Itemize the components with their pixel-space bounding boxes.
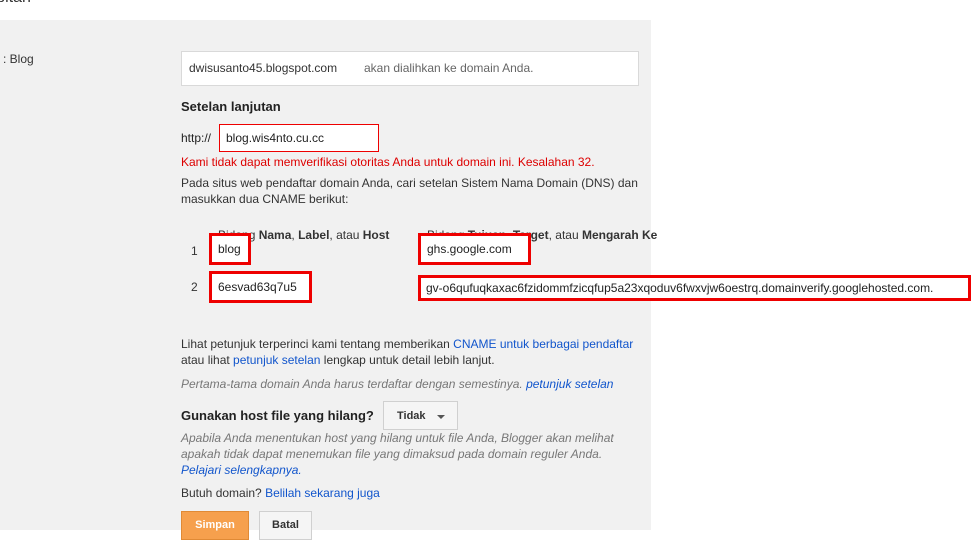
blog-address-box: dwisusanto45.blogspot.com akan dialihkan… (181, 51, 639, 86)
cname-row-target: ghs.google.com (418, 233, 531, 265)
publishing-panel: : Blog dwisusanto45.blogspot.com akan di… (0, 20, 971, 540)
learn-more-link[interactable]: Pelajari selengkapnya. (181, 463, 302, 477)
cname-registrars-link[interactable]: CNAME untuk berbagai pendaftar (453, 337, 633, 351)
dns-instructions: Pada situs web pendaftar domain Anda, ca… (181, 176, 638, 206)
settings-instructions-link[interactable]: petunjuk setelan (233, 353, 320, 367)
setup-instructions-link[interactable]: petunjuk setelan (526, 377, 613, 391)
cancel-button[interactable]: Batal (259, 511, 312, 540)
cname-row-number: 1 (191, 244, 198, 258)
save-button[interactable]: Simpan (181, 511, 249, 540)
dropdown-selected-value: Tidak (397, 410, 426, 422)
http-prefix-label: http:// (181, 131, 212, 145)
need-domain-text: Butuh domain? Belilah sekarang juga (181, 486, 380, 500)
blog-label: : Blog (3, 52, 34, 66)
buy-domain-link[interactable]: Belilah sekarang juga (265, 486, 380, 500)
chevron-down-icon (437, 415, 445, 419)
missing-files-host-dropdown[interactable]: Tidak (383, 401, 458, 430)
cname-row-number: 2 (191, 280, 198, 294)
cname-row-name: blog (209, 233, 251, 265)
cname-help-text: Lihat petunjuk terperinci kami tentang m… (181, 337, 634, 367)
blog-address-hint: akan dialihkan ke domain Anda. (364, 61, 534, 75)
blog-address-value: dwisusanto45.blogspot.com (189, 61, 338, 75)
missing-files-help: Apabila Anda menentukan host yang hilang… (181, 431, 614, 477)
custom-domain-input[interactable] (219, 124, 379, 152)
missing-files-host-label: Gunakan host file yang hilang? (181, 408, 374, 423)
section-title: erbitan (0, 0, 31, 7)
advanced-settings-title: Setelan lanjutan (181, 99, 281, 114)
verification-error: Kami tidak dapat memverifikasi otoritas … (181, 155, 595, 169)
cname-row-name: 6esvad63q7u5 (209, 271, 312, 303)
registration-note: Pertama-tama domain Anda harus terdaftar… (181, 377, 614, 391)
cname-row-target: gv-o6qufuqkaxac6fzidommfzicqfup5a23xqodu… (418, 275, 971, 301)
